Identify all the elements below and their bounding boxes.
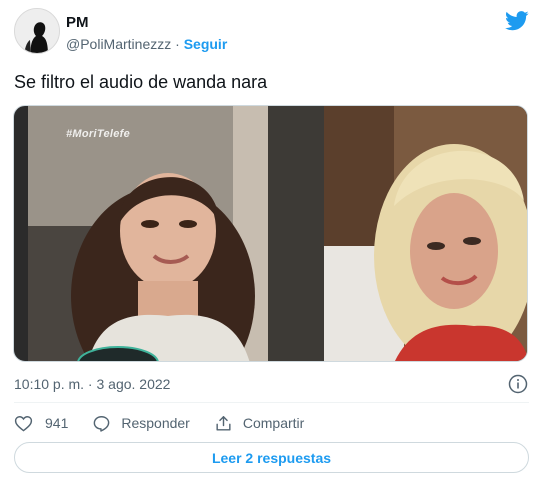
tweet-timestamp[interactable]: 10:10 p. m. · 3 ago. 2022 (14, 376, 170, 392)
divider (14, 402, 529, 403)
read-replies-button[interactable]: Leer 2 respuestas (14, 442, 529, 473)
reply-label: Responder (121, 415, 190, 431)
avatar[interactable] (14, 8, 60, 54)
tweet-media[interactable]: #MoriTelefe (13, 105, 528, 362)
author-display-name[interactable]: PM (66, 14, 227, 32)
tweet-text: Se filtro el audio de wanda nara (14, 72, 268, 92)
tweet-actions: 941 Responder Compartir (14, 412, 529, 434)
reply-button[interactable]: Responder (92, 414, 190, 433)
timestamp-row: 10:10 p. m. · 3 ago. 2022 (14, 374, 529, 394)
media-watermark: #MoriTelefe (66, 128, 131, 140)
follow-button[interactable]: Seguir (184, 36, 228, 52)
author-names: PM @PoliMartinezzz · Seguir (66, 14, 227, 54)
twitter-bird-icon[interactable] (505, 10, 529, 32)
tweet-header: PM @PoliMartinezzz · Seguir (14, 8, 529, 58)
studio-photo-right (324, 106, 527, 361)
author-handle[interactable]: @PoliMartinezzz (66, 36, 171, 52)
share-label: Compartir (242, 415, 305, 431)
info-icon[interactable] (508, 374, 528, 394)
studio-photo-left (28, 106, 324, 361)
separator-dot: · (175, 36, 180, 52)
share-button[interactable]: Compartir (214, 414, 304, 433)
like-button[interactable]: 941 (14, 414, 68, 433)
media-panel-left: #MoriTelefe (28, 106, 324, 361)
author-handle-row: @PoliMartinezzz · Seguir (66, 34, 227, 54)
silhouette-avatar-icon (15, 9, 59, 53)
like-count: 941 (45, 415, 69, 431)
reply-icon (94, 415, 110, 432)
share-icon (216, 415, 231, 431)
media-panel-right (324, 106, 527, 361)
heart-icon (14, 415, 33, 432)
read-replies-label: Leer 2 respuestas (211, 449, 332, 466)
